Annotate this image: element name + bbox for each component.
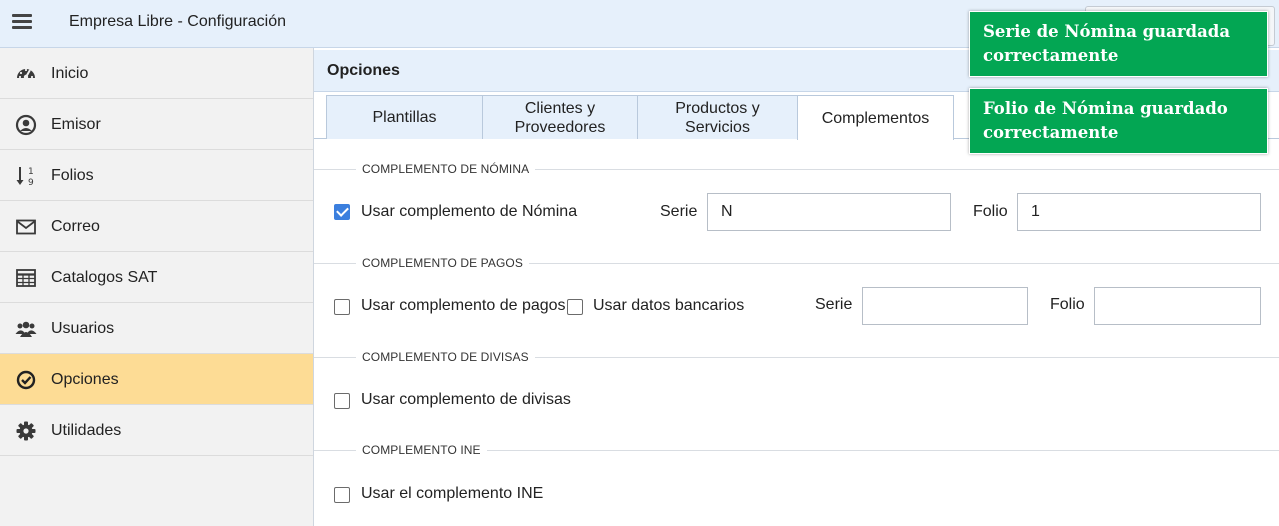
tab-label: Complementos [821,109,930,127]
check-circle-icon [16,370,36,390]
sidebar-item-label: Folios [51,167,94,184]
tab-complementos[interactable]: Complementos [797,95,954,140]
toast-notification[interactable]: Folio de Nómina guardado correctamente [969,88,1268,154]
sidebar-item-inicio[interactable]: Inicio [0,48,313,99]
tab-clientes-proveedores[interactable]: Clientes y Proveedores [482,95,638,139]
section-title: Opciones [327,62,400,79]
sidebar-item-catalogos-sat[interactable]: Catalogos SAT [0,252,313,303]
sidebar-item-label: Utilidades [51,422,122,439]
pagos-serie-input[interactable] [862,287,1028,325]
sidebar-item-utilidades[interactable]: Utilidades [0,405,313,456]
toast-message: Folio de Nómina guardado correctamente [983,99,1228,142]
sidebar: Inicio Emisor 1 9 Folios Correo Catalogo… [0,48,314,526]
datos-bancarios-label[interactable]: Usar datos bancarios [593,297,744,315]
sidebar-item-correo[interactable]: Correo [0,201,313,252]
pagos-folio-input[interactable] [1094,287,1261,325]
gear-icon [16,421,36,441]
tab-productos-servicios[interactable]: Productos y Servicios [637,95,798,139]
sidebar-item-label: Catalogos SAT [51,269,158,286]
users-icon [15,321,37,337]
tab-label: Productos y Servicios [675,99,760,136]
sidebar-item-folios[interactable]: 1 9 Folios [0,150,313,201]
sidebar-item-usuarios[interactable]: Usuarios [0,303,313,354]
nomina-folio-input[interactable] [1017,193,1261,231]
tab-label: Plantillas [372,109,437,126]
divisas-checkbox-label[interactable]: Usar complemento de divisas [361,391,571,409]
svg-text:1: 1 [28,167,34,177]
sidebar-item-label: Opciones [51,371,119,388]
tab-label: Clientes y Proveedores [514,99,606,136]
dashboard-icon [17,68,35,80]
nomina-folio-label: Folio [973,203,1008,220]
ine-checkbox-label[interactable]: Usar el complemento INE [361,485,543,503]
hamburger-menu-icon[interactable] [12,12,34,32]
toast-notification[interactable]: Serie de Nómina guardada correctamente [969,11,1268,77]
envelope-icon [16,219,36,235]
nomina-checkbox[interactable] [334,204,350,220]
svg-text:9: 9 [28,178,34,187]
toast-message: Serie de Nómina guardada correctamente [983,22,1231,65]
nomina-serie-label: Serie [660,203,698,220]
sidebar-item-label: Correo [51,218,100,235]
sidebar-item-label: Emisor [51,116,101,133]
sidebar-item-label: Inicio [51,65,89,82]
sidebar-item-emisor[interactable]: Emisor [0,99,313,150]
datos-bancarios-checkbox[interactable] [567,299,583,315]
app-title: Empresa Libre - Configuración [69,13,286,30]
pagos-checkbox[interactable] [334,299,350,315]
sort-numeric-icon: 1 9 [16,167,34,187]
table-icon [16,269,36,287]
user-circle-icon [15,114,37,136]
group-title-divisas: COMPLEMENTO DE DIVISAS [356,350,535,364]
sidebar-item-opciones[interactable]: Opciones [0,354,313,405]
pagos-serie-label: Serie [815,296,853,313]
pagos-folio-label: Folio [1050,296,1085,313]
nomina-checkbox-label[interactable]: Usar complemento de Nómina [361,203,577,221]
tab-plantillas[interactable]: Plantillas [326,95,483,139]
pagos-checkbox-label[interactable]: Usar complemento de pagos [361,297,566,315]
sidebar-item-label: Usuarios [51,320,115,337]
group-title-pagos: COMPLEMENTO DE PAGOS [356,256,529,270]
group-title-nomina: COMPLEMENTO DE NÓMINA [356,162,536,176]
group-title-ine: COMPLEMENTO INE [356,443,487,457]
nomina-serie-input[interactable] [707,193,951,231]
divisas-checkbox[interactable] [334,393,350,409]
ine-checkbox[interactable] [334,487,350,503]
